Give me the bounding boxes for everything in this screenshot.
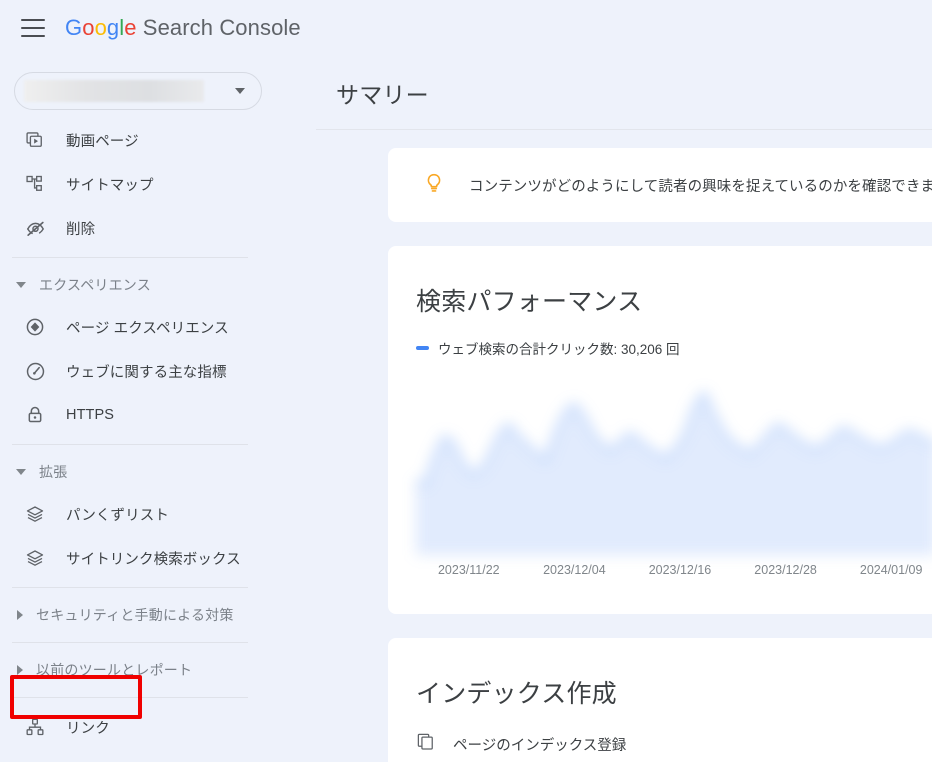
sitemap-icon (24, 173, 46, 195)
layers-icon (24, 503, 46, 525)
x-tick-label: 2023/12/16 (648, 563, 712, 577)
core-web-vitals-speedometer-icon (24, 360, 46, 382)
legend-label: ウェブ検索の合計クリック数: 30,206 回 (438, 342, 680, 357)
sidebar-divider (12, 642, 248, 643)
sidebar-section-label: 拡張 (39, 464, 68, 480)
sidebar-item-label: 削除 (66, 221, 96, 238)
link-hierarchy-icon (24, 716, 46, 738)
search-performance-card[interactable]: 検索パフォーマンス ウェブ検索の合計クリック数: 30,206 回 2023/1… (388, 246, 932, 614)
sidebar-section-legacy-tools[interactable]: 以前のツールとレポート (0, 650, 300, 690)
chevron-right-icon (17, 665, 23, 675)
sidebar-section-experience[interactable]: エクスペリエンス (0, 265, 300, 305)
chart-blurred-plot (416, 370, 932, 555)
sidebar-nav-list: 動画ページ サイトマップ 削除 エクスペリエンス ページ エクスペリエンス ウェ… (0, 118, 300, 762)
chevron-down-icon (235, 88, 245, 94)
title-divider (316, 129, 932, 130)
redacted-property-name (24, 80, 204, 102)
chevron-down-icon (16, 282, 26, 288)
sidebar-item-label: 動画ページ (66, 133, 139, 150)
sidebar-item-label: パンくずリスト (66, 507, 169, 524)
sidebar-item-video-pages[interactable]: 動画ページ (0, 118, 300, 162)
page-experience-icon (24, 316, 46, 338)
tip-text: コンテンツがどのようにして読者の興味を捉えているのかを確認できます (469, 178, 932, 195)
x-tick-label: 2023/11/22 (437, 563, 500, 577)
sidebar-item-label: リンク (66, 720, 110, 737)
page-title: サマリー (336, 82, 429, 108)
x-tick-label: 2024/01/09 (859, 563, 923, 577)
page-indexing-label: ページのインデックス登録 (453, 737, 627, 754)
removal-eye-off-icon (24, 217, 46, 239)
chart-legend[interactable]: ウェブ検索の合計クリック数: 30,206 回 (388, 318, 932, 358)
sidebar-item-label: ウェブに関する主な指標 (66, 364, 227, 381)
sidebar-item-page-experience[interactable]: ページ エクスペリエンス (0, 305, 300, 349)
search-performance-chart[interactable] (416, 370, 932, 555)
x-tick-label: 2023/12/28 (754, 563, 817, 577)
sidebar-item-sitelinks-searchbox[interactable]: サイトリンク検索ボックス (0, 536, 300, 580)
sidebar: 動画ページ サイトマップ 削除 エクスペリエンス ページ エクスペリエンス ウェ… (0, 56, 300, 762)
brand-title: Google Search Console (65, 15, 301, 40)
main-content: サマリー コンテンツがどのようにして読者の興味を捉えているのかを確認できます 検… (300, 56, 932, 762)
sidebar-item-label: サイトリンク検索ボックス (66, 551, 241, 568)
sidebar-item-sitemaps[interactable]: サイトマップ (0, 162, 300, 206)
sidebar-section-label: セキュリティと手動による対策 (36, 607, 234, 623)
sidebar-divider (12, 587, 248, 588)
property-selector[interactable] (14, 72, 262, 110)
sidebar-item-core-web-vitals[interactable]: ウェブに関する主な指標 (0, 349, 300, 393)
legend-color-swatch (416, 346, 429, 350)
chevron-right-icon (17, 610, 23, 620)
page-index-icon (416, 732, 435, 756)
sidebar-item-removals[interactable]: 削除 (0, 206, 300, 250)
sidebar-item-https[interactable]: HTTPS (0, 393, 300, 437)
top-bar: Google Search Console (0, 0, 932, 56)
page-indexing-row[interactable]: ページのインデックス登録 (388, 710, 932, 756)
sidebar-section-label: 以前のツールとレポート (36, 662, 193, 678)
sidebar-item-settings[interactable]: 設定 (0, 749, 300, 762)
indexing-heading: インデックス作成 (416, 680, 617, 708)
sidebar-item-breadcrumbs[interactable]: パンくずリスト (0, 492, 300, 536)
sidebar-item-links[interactable]: リンク (0, 705, 300, 749)
sidebar-item-label: サイトマップ (66, 177, 154, 194)
search-console-app: Google Search Console /」内のすべての URL を検査 (0, 0, 932, 762)
tip-card[interactable]: コンテンツがどのようにして読者の興味を捉えているのかを確認できます (388, 148, 932, 222)
hamburger-menu-icon[interactable] (21, 19, 45, 37)
x-tick-label: 2023/12/04 (543, 563, 606, 577)
sidebar-section-label: エクスペリエンス (39, 277, 151, 293)
sidebar-divider (12, 444, 248, 445)
sidebar-divider (12, 697, 248, 698)
search-performance-heading: 検索パフォーマンス (416, 288, 643, 316)
brand-product-name: Search Console (136, 15, 301, 40)
sidebar-section-security-manual-actions[interactable]: セキュリティと手動による対策 (0, 595, 300, 635)
chevron-down-icon (16, 469, 26, 475)
layers-icon (24, 547, 46, 569)
sidebar-section-enhancements[interactable]: 拡張 (0, 452, 300, 492)
lightbulb-icon (423, 172, 445, 199)
sidebar-item-label: ページ エクスペリエンス (66, 320, 229, 337)
chart-x-axis-labels: 2023/11/22 2023/12/04 2023/12/16 2023/12… (416, 563, 932, 577)
indexing-card[interactable]: インデックス作成 ページのインデックス登録 (388, 638, 932, 762)
sidebar-item-label: HTTPS (66, 407, 115, 423)
lock-icon (24, 404, 46, 426)
video-page-icon (24, 129, 46, 151)
sidebar-divider (12, 257, 248, 258)
